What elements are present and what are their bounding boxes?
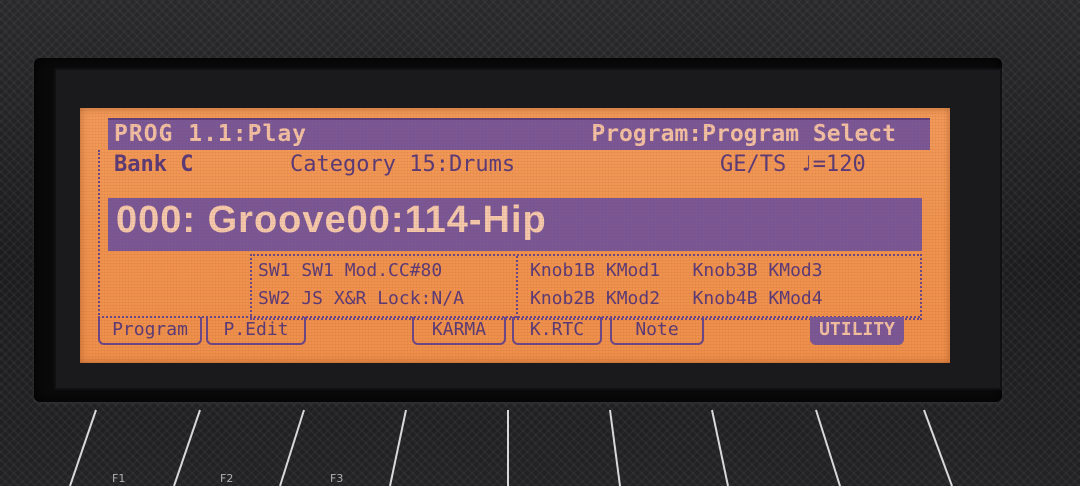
tab-p-edit[interactable]: P.Edit [206, 317, 306, 345]
switch-assign-line-2: SW2 JS X&R Lock:N/A [258, 288, 464, 309]
knob-assign-line-1: Knob1B KMod1 Knob3B KMod3 [530, 260, 823, 281]
f1-label: F1 [112, 472, 126, 485]
bank-label[interactable]: Bank C [114, 152, 193, 177]
f1-guide-line [69, 409, 97, 486]
f3-label: F3 [330, 472, 344, 485]
title-bar: PROG 1.1:Play Program:Program Select [108, 118, 930, 150]
switch-assign-line-1: SW1 SW1 Mod.CC#80 [258, 260, 443, 281]
program-select-field[interactable]: 000: Groove00:114-Hip [108, 198, 922, 251]
f3-guide-line [279, 409, 305, 486]
assign-divider [516, 256, 518, 318]
knob-assign-line-2: Knob2B KMod2 Knob4B KMod4 [530, 288, 823, 309]
lcd-screen: PROG 1.1:Play Program:Program Select Ban… [80, 108, 950, 363]
program-name: 000: Groove00:114-Hip [116, 199, 547, 241]
f2-label: F2 [220, 472, 234, 485]
tab-k-rtc[interactable]: K.RTC [512, 317, 602, 345]
tab-karma[interactable]: KARMA [412, 317, 506, 345]
f8-guide-line [815, 409, 841, 486]
page-title: Program:Program Select [591, 121, 896, 147]
f2-guide-line [173, 409, 201, 486]
function-key-guides [69, 409, 953, 486]
tab-utility[interactable]: UTILITY [810, 317, 904, 345]
utility-guide-line [923, 409, 953, 486]
f4-guide-line [389, 409, 407, 486]
mode-title: PROG 1.1:Play [114, 121, 308, 147]
tempo-label[interactable]: GE/TS ♩=120 [720, 152, 866, 177]
tab-note[interactable]: Note [610, 317, 704, 345]
category-label[interactable]: Category 15:Drums [290, 152, 515, 177]
controller-assign-box: SW1 SW1 Mod.CC#80 SW2 JS X&R Lock:N/A Kn… [250, 254, 922, 320]
frame-left-edge [98, 150, 102, 318]
keyboard-panel: PROG 1.1:Play Program:Program Select Ban… [0, 0, 1080, 486]
f7-guide-line [711, 409, 729, 486]
tab-program[interactable]: Program [98, 317, 202, 345]
f6-guide-line [609, 409, 621, 486]
